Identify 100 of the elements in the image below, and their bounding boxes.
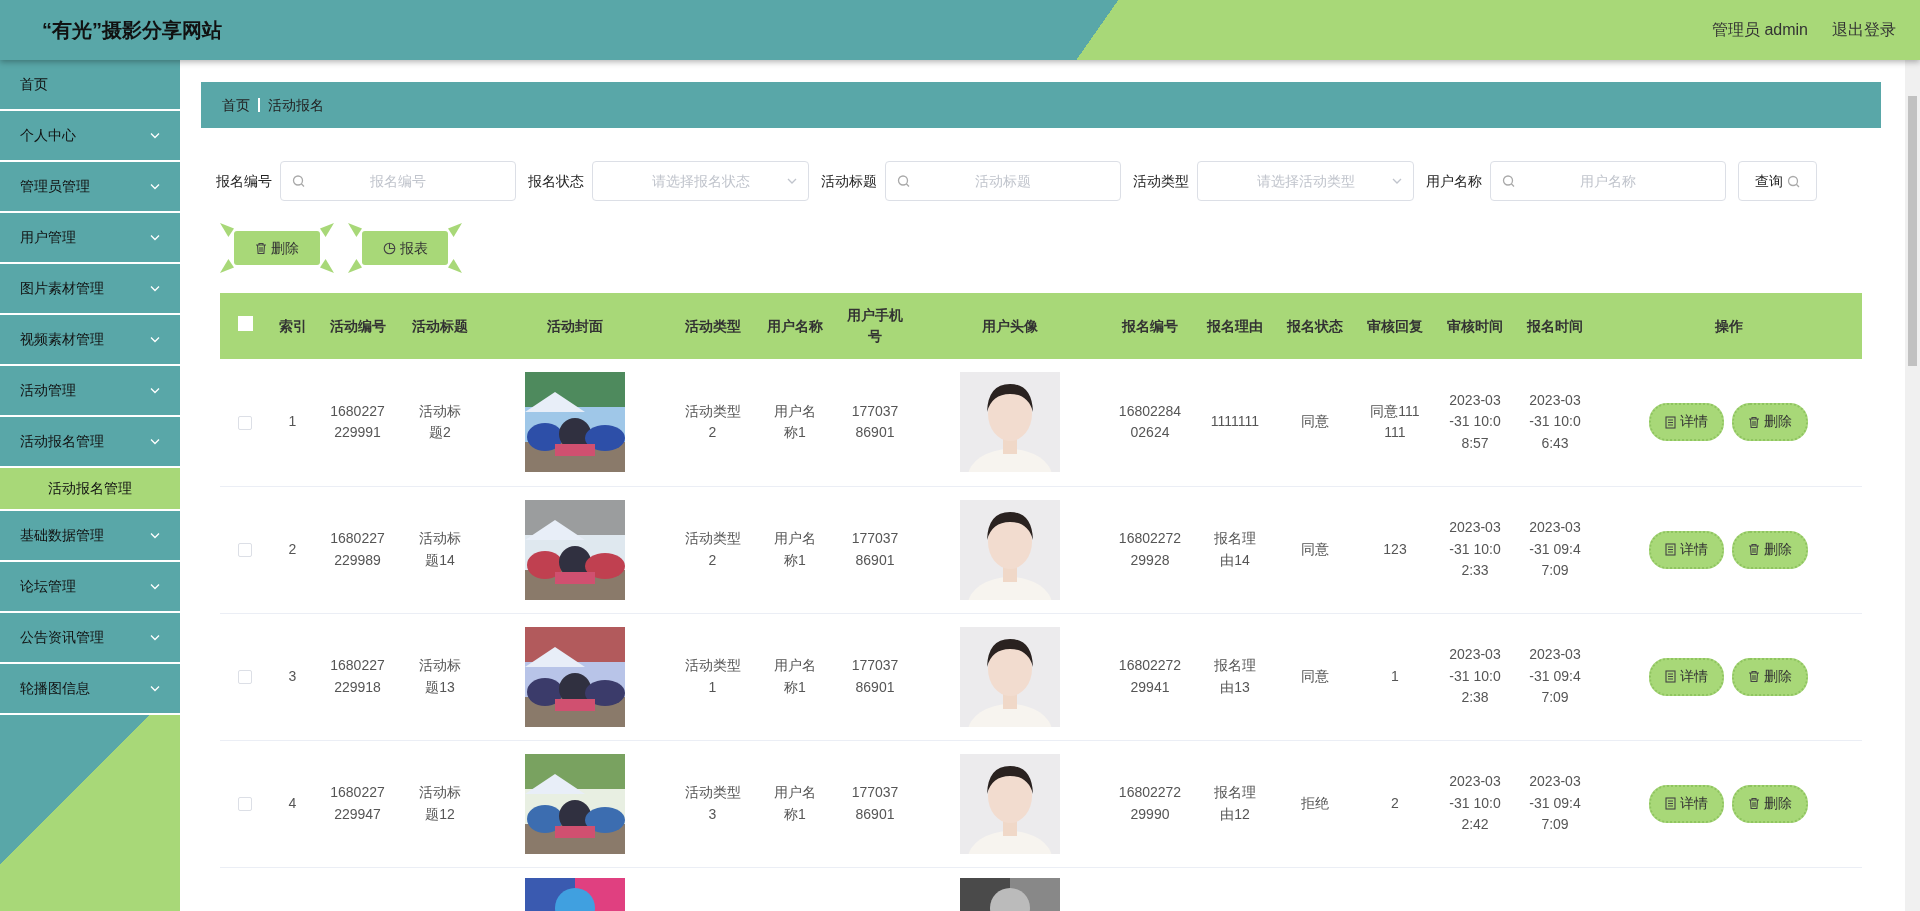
column-header: 活动封面 (547, 317, 603, 334)
document-icon (1665, 797, 1676, 810)
table-cell: 2023-03-31 10:02:38 (1449, 645, 1501, 706)
table-cell: 17703786901 (851, 529, 899, 568)
chevron-down-icon (787, 177, 797, 185)
column-header: 活动标题 (412, 317, 468, 334)
table-cell: 2 (1391, 794, 1399, 811)
table-cell: 活动类型2 (684, 529, 741, 568)
chevron-down-icon (150, 132, 160, 139)
input-field[interactable]: 用户名称 (1490, 161, 1726, 201)
column-header: 报名理由 (1207, 317, 1263, 334)
search-icon (897, 174, 910, 188)
table-cell: 1680227229947 (330, 783, 385, 822)
search-button[interactable]: 查询 (1738, 161, 1817, 201)
toolbar-button[interactable]: 报表 (362, 231, 448, 265)
details-button[interactable]: 详情 (1649, 403, 1724, 442)
chevron-down-icon (150, 583, 160, 590)
column-header: 报名时间 (1527, 317, 1583, 334)
table-cell: 1680227229990 (1118, 783, 1182, 822)
input-field[interactable]: 活动标题 (885, 161, 1121, 201)
table-cell: 活动标题2 (419, 402, 461, 441)
document-icon (1665, 415, 1676, 429)
corner-flare (220, 259, 234, 273)
details-button[interactable]: 详情 (1649, 784, 1724, 823)
table-cell: 123 (1383, 540, 1407, 557)
details-button[interactable]: 详情 (1649, 530, 1724, 569)
row-checkbox[interactable] (238, 415, 252, 430)
table-cell: 活动标题14 (419, 529, 461, 568)
delete-button[interactable]: 删除 (1732, 403, 1808, 442)
chevron-down-icon (150, 234, 160, 241)
document-icon (1665, 543, 1676, 556)
table-cell: 同意 (1301, 413, 1329, 430)
table-cell: 2023-03-31 10:06:43 (1529, 391, 1581, 452)
table-cell: 2023-03-31 10:02:33 (1449, 518, 1501, 579)
corner-flare (348, 223, 362, 237)
table-cell: 活动类型1 (684, 656, 741, 695)
table-cell: 活动标题13 (419, 656, 461, 695)
search-icon (1787, 174, 1800, 188)
filter-label: 活动类型 (1133, 171, 1189, 191)
column-header: 索引 (278, 317, 307, 334)
row-checkbox[interactable] (238, 669, 252, 684)
user-label: 管理员 admin (1711, 20, 1808, 40)
table-cell: 拒绝 (1301, 794, 1329, 811)
delete-button[interactable]: 删除 (1732, 657, 1808, 696)
table-cell: 同意 (1301, 667, 1329, 684)
column-header: 报名编号 (1122, 317, 1178, 334)
breadcrumb-item[interactable]: 首页 (222, 94, 250, 116)
row-checkbox[interactable] (238, 542, 252, 557)
select-field[interactable]: 请选择报名状态 (592, 161, 809, 201)
table-cell: 用户名称1 (774, 529, 816, 568)
table-cell: 1680227229989 (330, 529, 385, 568)
details-button[interactable]: 详情 (1649, 657, 1724, 696)
filter-label: 报名状态 (528, 171, 584, 191)
table-cell: 用户名称1 (774, 656, 816, 695)
chevron-down-icon (150, 336, 160, 343)
input-field[interactable]: 报名编号 (280, 161, 516, 201)
chevron-down-icon (150, 183, 160, 190)
trash-icon (255, 241, 267, 255)
column-header: 审核时间 (1447, 317, 1503, 334)
select-all-checkbox[interactable] (237, 315, 253, 331)
table-cell: 1680228402624 (1118, 402, 1182, 441)
table-cell: 报名理由12 (1214, 783, 1256, 822)
document-icon (1665, 670, 1676, 683)
table-cell: 同意 (1301, 540, 1329, 557)
corner-flare (448, 259, 462, 273)
table-cell: 2023-03-31 09:47:09 (1529, 518, 1581, 579)
trash-icon (1748, 670, 1760, 683)
trash-icon (1748, 543, 1760, 556)
chevron-down-icon (150, 387, 160, 394)
search-icon (1502, 174, 1515, 188)
site-title: “有光”摄影分享网站 (42, 18, 222, 43)
trash-icon (1748, 415, 1760, 429)
pie-chart-icon (382, 241, 396, 255)
corner-flare (320, 259, 334, 273)
table-cell: 活动类型3 (684, 783, 741, 822)
table-cell: 2 (288, 540, 297, 557)
table-cell: 3 (288, 667, 297, 684)
breadcrumb-item: 活动报名 (268, 95, 324, 115)
delete-button[interactable]: 删除 (1732, 784, 1808, 823)
corner-flare (448, 223, 462, 237)
logout-link[interactable]: 退出登录 (1832, 18, 1896, 42)
table-cell: 报名理由13 (1214, 656, 1256, 695)
table-cell: 17703786901 (851, 402, 899, 441)
sidebar-subitem[interactable]: 活动报名管理 (0, 468, 180, 511)
chevron-down-icon (150, 634, 160, 641)
select-field[interactable]: 请选择活动类型 (1197, 161, 1414, 201)
table-cell: 活动标题12 (419, 783, 461, 822)
scrollbar[interactable] (1905, 60, 1920, 911)
delete-button[interactable]: 删除 (1732, 530, 1808, 569)
table-cell: 1680227229941 (1118, 656, 1182, 695)
column-header: 活动编号 (329, 317, 386, 334)
table-cell: 1680227229991 (330, 402, 385, 441)
table-cell: 2023-03-31 10:08:57 (1449, 391, 1501, 452)
toolbar-button[interactable]: 删除 (234, 231, 320, 265)
column-header: 审核回复 (1367, 317, 1423, 334)
table-cell: 2023-03-31 10:02:42 (1449, 772, 1501, 833)
table-cell: 17703786901 (851, 656, 899, 695)
column-header: 用户手机号 (847, 307, 903, 344)
table-cell: 1111111 (1210, 413, 1260, 430)
row-checkbox[interactable] (238, 796, 252, 811)
